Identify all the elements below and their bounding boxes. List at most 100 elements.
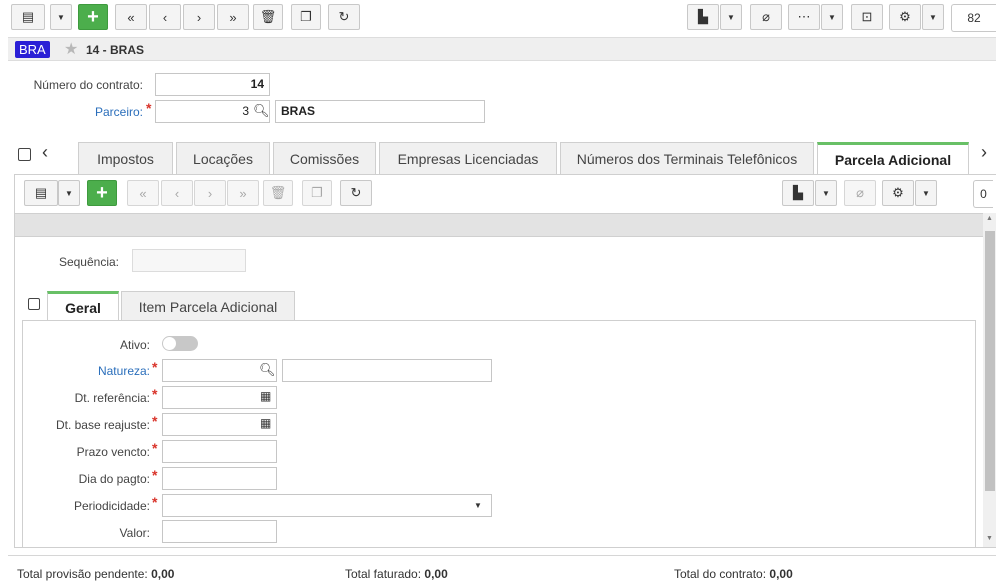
calendar-icon[interactable]: ▦	[260, 416, 271, 430]
caret-down-icon: ▼	[929, 12, 937, 22]
sub-copy-button[interactable]: ❐	[302, 180, 332, 206]
required-marker: *	[152, 386, 158, 402]
record-title: 14 - BRAS	[86, 43, 145, 57]
next-record-button[interactable]: ›	[183, 4, 215, 30]
grid-icon: ▤	[34, 185, 48, 200]
tab-numeros-terminais[interactable]: Números dos Terminais Telefônicos	[560, 142, 814, 174]
sub-first-button[interactable]: «	[127, 180, 159, 206]
parceiro-search-icon[interactable]: 🔍︎	[253, 103, 270, 119]
more-button[interactable]: ⋯	[788, 4, 820, 30]
subtab-item-parcela-adicional[interactable]: Item Parcela Adicional	[121, 291, 295, 321]
delete-button[interactable]: 🗑	[253, 4, 283, 30]
vertical-scrollbar[interactable]: ▲ ▼	[983, 213, 996, 547]
scrollbar-thumb[interactable]	[985, 231, 995, 491]
refresh-icon: ↻	[338, 9, 350, 24]
periodicidade-select[interactable]	[162, 494, 492, 517]
sequencia-label: Sequência:	[58, 255, 119, 269]
tab-parcela-adicional[interactable]: Parcela Adicional	[817, 142, 969, 174]
view-dropdown-button[interactable]: ▼	[50, 4, 72, 30]
tab-impostos[interactable]: Impostos	[78, 142, 173, 174]
favorite-star-icon[interactable]: ★	[64, 39, 78, 59]
numero-contrato-field[interactable]: 14	[155, 73, 270, 96]
settings-button[interactable]: ⚙	[889, 4, 921, 30]
first-record-button[interactable]: «	[115, 4, 147, 30]
sub-grid-view-button[interactable]: ▤	[24, 180, 58, 206]
last-record-button[interactable]: »	[217, 4, 249, 30]
total-faturado: Total faturado: 0,00	[345, 567, 448, 581]
subtab-geral[interactable]: Geral	[47, 291, 119, 321]
calendar-icon[interactable]: ▦	[260, 389, 271, 403]
natureza-description-field	[282, 359, 492, 382]
sub-delete-button[interactable]: 🗑	[263, 180, 293, 206]
subtab-label: Geral	[65, 299, 101, 316]
copy-button[interactable]: ❐	[291, 4, 321, 30]
sub-settings-dropdown-button[interactable]: ▼	[915, 180, 937, 206]
sub-refresh-button[interactable]: ↻	[340, 180, 372, 206]
parceiro-label[interactable]: Parceiro:	[60, 105, 143, 119]
more-dropdown-button[interactable]: ▼	[821, 4, 843, 30]
toggle-knob	[163, 337, 176, 350]
settings-dropdown-button[interactable]: ▼	[922, 4, 944, 30]
sub-export-button[interactable]: ▙	[782, 180, 814, 206]
attach-button[interactable]: ⌀	[750, 4, 782, 30]
parceiro-name-field: BRAS	[275, 100, 485, 123]
tab-empresas-licenciadas[interactable]: Empresas Licenciadas	[379, 142, 557, 174]
previous-record-button[interactable]: ‹	[149, 4, 181, 30]
tab-label: Locações	[193, 150, 253, 167]
dt-base-reajuste-label: Dt. base reajuste:	[55, 418, 150, 432]
sub-export-dropdown-button[interactable]: ▼	[815, 180, 837, 206]
totals-footer: Total provisão pendente: 0,00 Total fatu…	[8, 555, 996, 585]
valor-field[interactable]	[162, 520, 277, 543]
dia-pagto-field[interactable]	[162, 467, 277, 490]
sub-page-number[interactable]: 0	[973, 180, 993, 208]
tab-label: Empresas Licenciadas	[397, 150, 539, 167]
detail-band	[15, 213, 985, 237]
grid-view-button[interactable]: ▤	[11, 4, 45, 30]
copy-icon: ❐	[300, 9, 312, 24]
gear-icon: ⚙	[892, 185, 904, 200]
total-provisao-label: Total provisão pendente:	[17, 567, 148, 581]
required-marker: *	[152, 467, 158, 483]
refresh-icon: ↻	[350, 185, 362, 200]
subtabs-menu-icon[interactable]	[28, 298, 40, 310]
natureza-search-icon[interactable]: 🔍︎	[259, 362, 276, 378]
paperclip-icon: ⌀	[856, 185, 864, 200]
trash-icon: 🗑	[259, 9, 277, 24]
natureza-label[interactable]: Natureza:	[53, 364, 150, 378]
sub-add-button[interactable]: +	[87, 180, 117, 206]
chevron-left-icon: ‹	[162, 9, 168, 25]
sequencia-field	[132, 249, 246, 272]
tab-locacoes[interactable]: Locações	[176, 142, 270, 174]
export-dropdown-button[interactable]: ▼	[720, 4, 742, 30]
refresh-button[interactable]: ↻	[328, 4, 360, 30]
export-button[interactable]: ▙	[687, 4, 719, 30]
required-marker: *	[152, 440, 158, 456]
record-page-number[interactable]: 82	[951, 4, 996, 32]
tabs-menu-icon[interactable]	[18, 148, 31, 161]
parceiro-code-value: 3	[242, 104, 249, 118]
scroll-down-icon[interactable]: ▼	[986, 535, 993, 542]
ativo-toggle[interactable]	[162, 336, 198, 351]
add-button[interactable]: +	[78, 4, 108, 30]
caret-down-icon: ▼	[57, 12, 65, 22]
tour-button[interactable]: ⊡	[851, 4, 883, 30]
prazo-vencto-field[interactable]	[162, 440, 277, 463]
numero-contrato-label: Número do contrato:	[33, 78, 143, 92]
gear-icon: ⚙	[899, 9, 911, 24]
scroll-up-icon[interactable]: ▲	[986, 215, 993, 222]
sub-view-dropdown-button[interactable]: ▼	[58, 180, 80, 206]
tab-panel: ▤ ▼ + « ‹ › » 🗑 ❐ ↻ ▙ ▼ ⌀ ⚙ ▼ 0 ▲ ▼ Sequ…	[14, 174, 996, 548]
tabs-scroll-left-icon[interactable]: ‹	[42, 142, 48, 163]
tab-label: Números dos Terminais Telefônicos	[576, 150, 798, 167]
total-contrato-value: 0,00	[769, 567, 793, 581]
sub-previous-button[interactable]: ‹	[161, 180, 193, 206]
sub-attach-button[interactable]: ⌀	[844, 180, 876, 206]
tab-comissoes[interactable]: Comissões	[273, 142, 376, 174]
periodicidade-label: Periodicidade:	[73, 499, 150, 513]
sub-settings-button[interactable]: ⚙	[882, 180, 914, 206]
file-export-icon: ▙	[698, 9, 708, 24]
total-provisao-value: 0,00	[151, 567, 175, 581]
sub-next-button[interactable]: ›	[194, 180, 226, 206]
sub-last-button[interactable]: »	[227, 180, 259, 206]
tabs-scroll-right-icon[interactable]: ›	[981, 142, 987, 163]
